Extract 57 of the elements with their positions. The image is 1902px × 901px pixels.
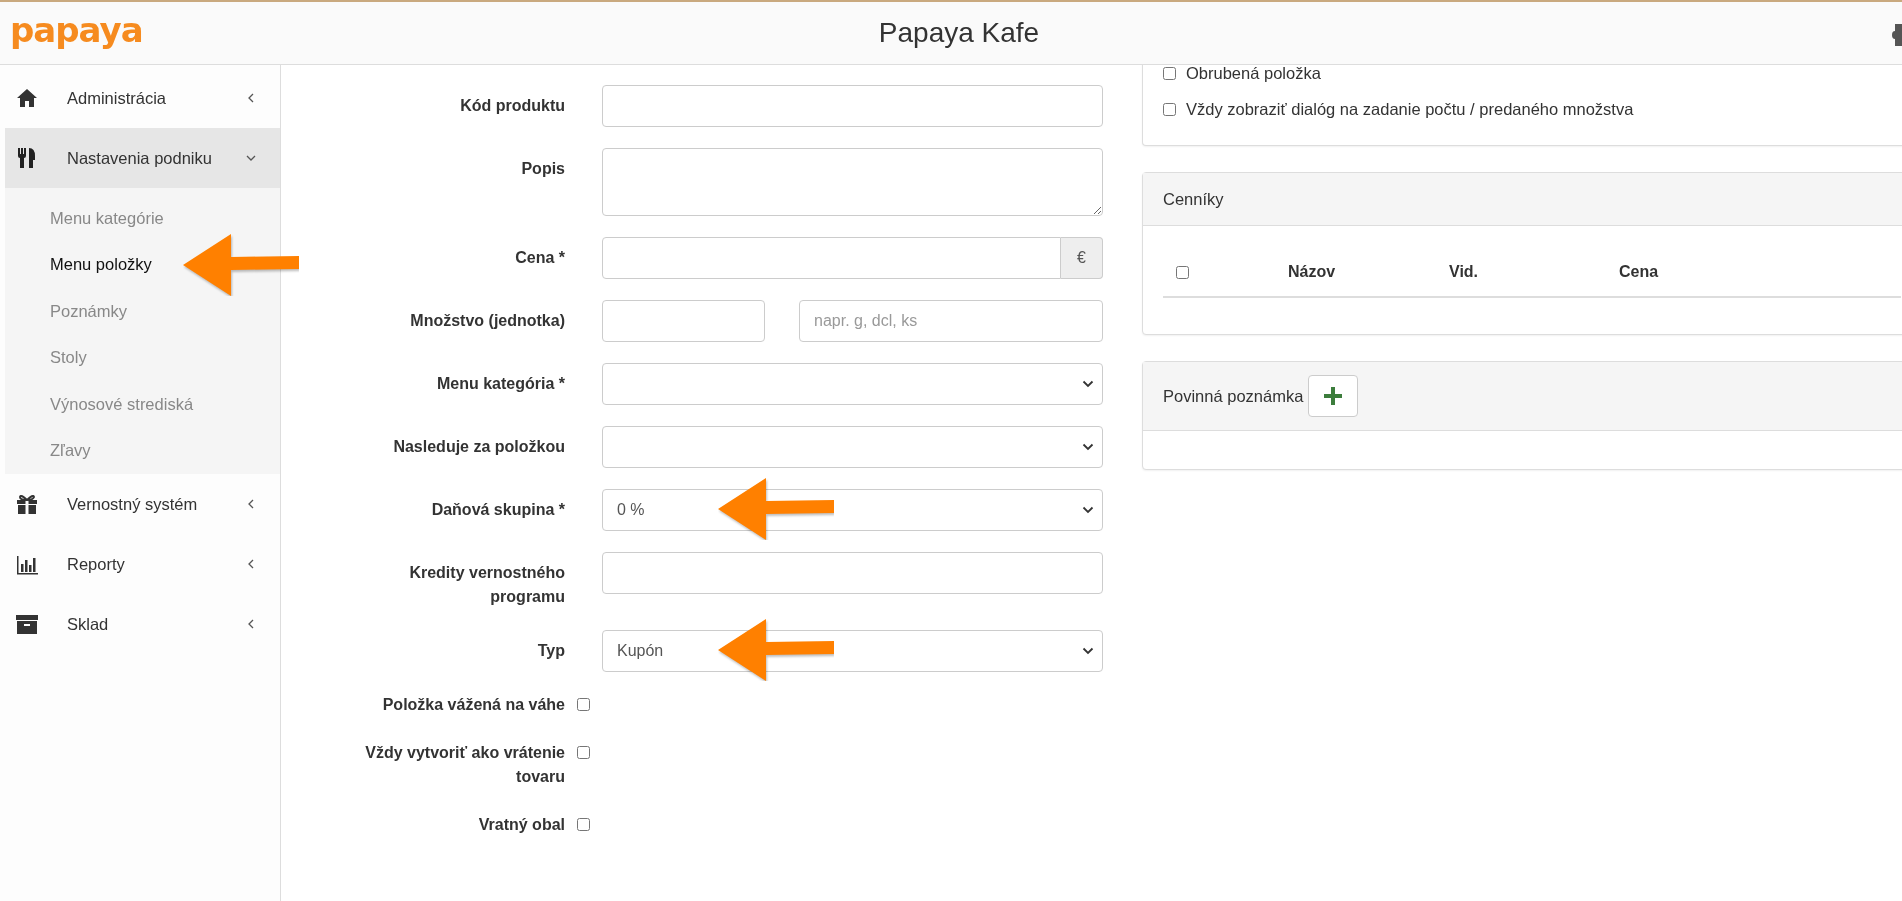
gift-icon bbox=[15, 492, 39, 516]
nav-item[interactable]: Vernostný systém bbox=[5, 474, 280, 534]
field-label: Cena * bbox=[514, 248, 565, 268]
checkbox[interactable] bbox=[1163, 66, 1176, 80]
home-icon bbox=[15, 86, 39, 110]
chevron-down-icon bbox=[1082, 506, 1094, 514]
select-field[interactable] bbox=[602, 363, 1103, 405]
field-label: Nasleduje za položkou bbox=[392, 437, 565, 457]
column-header: Vid. bbox=[1449, 263, 1480, 281]
page-title: Papaya Kafe bbox=[878, 17, 1040, 49]
submenu-link[interactable]: Menu položky bbox=[50, 255, 152, 275]
archive-box-icon bbox=[15, 612, 39, 636]
price-field[interactable] bbox=[602, 237, 1061, 279]
input-field[interactable] bbox=[602, 552, 1103, 594]
field-label: Vždy vytvoriť ako vrátenie tovaru bbox=[364, 743, 565, 787]
chevron-down-icon bbox=[1082, 647, 1094, 655]
plus-icon bbox=[1324, 387, 1343, 405]
field-label: Položka vážená na váhe bbox=[381, 695, 565, 715]
unit-field[interactable]: napr. g, dcl, ks bbox=[799, 300, 1103, 342]
nav-label: Reporty bbox=[67, 554, 126, 574]
nav-item[interactable]: Nastavenia podniku bbox=[5, 128, 280, 188]
chevron-down-icon bbox=[1082, 380, 1094, 388]
select-field[interactable] bbox=[602, 426, 1103, 468]
select-field[interactable]: 0 % bbox=[602, 489, 1103, 531]
puzzle-icon[interactable] bbox=[1892, 24, 1902, 46]
field-label: Množstvo (jednotka) bbox=[409, 311, 565, 331]
select-all-checkbox[interactable] bbox=[1176, 265, 1189, 279]
chevron-down-icon bbox=[1082, 443, 1094, 451]
nav-label: Sklad bbox=[67, 614, 110, 634]
checkbox[interactable] bbox=[577, 746, 590, 759]
checkbox[interactable] bbox=[577, 698, 590, 711]
field-label: Typ bbox=[536, 641, 565, 661]
card-title: Povinná poznámka bbox=[1163, 386, 1304, 406]
option-label: Vždy zobraziť dialóg na zadanie počtu / predaného množstva bbox=[1186, 99, 1634, 119]
input-field[interactable] bbox=[602, 85, 1103, 127]
checkbox[interactable] bbox=[577, 818, 590, 831]
column-header: Názov bbox=[1287, 263, 1337, 281]
add-button[interactable] bbox=[1308, 375, 1359, 417]
field-label: Daňová skupina * bbox=[430, 500, 565, 520]
quantity-field[interactable] bbox=[602, 300, 765, 342]
nav-item[interactable]: Reporty bbox=[5, 534, 280, 594]
card-title: Cenníky bbox=[1163, 189, 1224, 209]
select-field[interactable]: Kupón bbox=[602, 630, 1103, 672]
field-label: Vratný obal bbox=[477, 815, 565, 835]
field-label: Menu kategória * bbox=[435, 374, 565, 394]
nav-label: Administrácia bbox=[67, 88, 168, 108]
nav-label: Vernostný systém bbox=[67, 494, 199, 514]
option-label: Obrubená položka bbox=[1186, 65, 1321, 83]
column-header: Cena bbox=[1619, 263, 1660, 281]
nav-item[interactable]: Administrácia bbox=[5, 68, 280, 128]
field-label: Kredity vernostného programu bbox=[408, 563, 565, 607]
currency-addon: € bbox=[1061, 237, 1103, 279]
field-label: Kód produktu bbox=[459, 96, 565, 116]
checkbox[interactable] bbox=[1163, 102, 1176, 116]
nav-item[interactable]: Sklad bbox=[5, 594, 280, 654]
field-label: Popis bbox=[520, 159, 565, 179]
nav-label: Nastavenia podniku bbox=[67, 148, 213, 168]
